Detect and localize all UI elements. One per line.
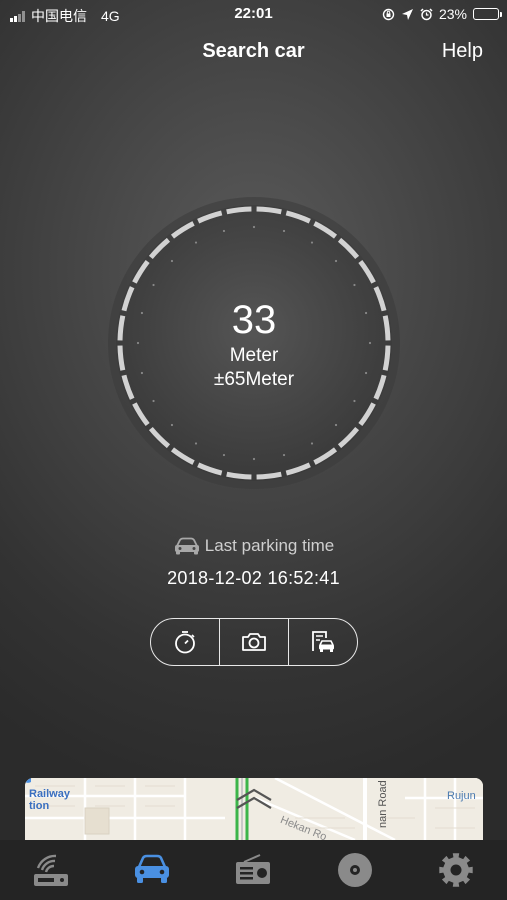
map-label-station: tion: [29, 800, 50, 812]
timer-icon: [175, 631, 195, 654]
dial-dot: [170, 423, 174, 427]
dial-dot: [353, 399, 356, 403]
dial-dot: [152, 283, 155, 287]
dial-dot: [252, 225, 256, 229]
dial-dot: [310, 442, 314, 445]
camera-icon: [242, 633, 266, 651]
battery-percent: 23%: [438, 6, 467, 22]
dial-dot: [252, 457, 256, 461]
map-label-railway: Railway: [29, 788, 70, 800]
dial-dot: [194, 241, 198, 244]
map-label-rujun: Rujun: [447, 790, 476, 802]
dial-dot: [152, 399, 155, 403]
tab-settings[interactable]: [426, 846, 486, 894]
battery-icon: [473, 8, 502, 20]
distance-value: 33: [231, 298, 277, 342]
distance-unit: Meter: [229, 345, 279, 366]
tab-bar: [0, 840, 507, 900]
map-label-nan-road: nan Road: [377, 780, 389, 828]
dial-dot: [222, 229, 226, 233]
last-parking-label: Last parking time: [0, 536, 507, 556]
distance-accuracy: ±65Meter: [213, 369, 295, 390]
dial-segment: [226, 471, 252, 480]
dial-dot: [334, 423, 338, 427]
radio-icon: [236, 854, 271, 884]
status-bar: 中国电信 4G 22:01 23%: [0, 0, 507, 30]
router-icon: [33, 854, 68, 886]
dial-dot: [282, 229, 286, 233]
dial-segment: [256, 206, 282, 215]
tab-router[interactable]: [21, 846, 81, 894]
dial-dot: [334, 259, 338, 263]
map-roads: [25, 778, 483, 840]
parking-note-icon: [312, 631, 334, 652]
dial-dot: [194, 442, 198, 445]
camera-button[interactable]: [219, 619, 288, 665]
timer-button[interactable]: [151, 619, 219, 665]
help-button[interactable]: Help: [442, 40, 483, 63]
action-button-group: [150, 618, 358, 666]
dial-segment: [226, 206, 252, 215]
dial-dot: [170, 259, 174, 263]
parking-note-button[interactable]: [288, 619, 357, 665]
dial-readout: 33 Meter ±65Meter: [107, 296, 401, 392]
alarm-icon: [420, 7, 433, 20]
dial-dot: [222, 453, 226, 457]
dial-dot: [353, 283, 356, 287]
car-icon: [135, 854, 170, 883]
dial-dot: [282, 453, 286, 457]
tab-disc[interactable]: [325, 846, 385, 894]
tab-car[interactable]: [122, 846, 182, 894]
location-arrow-icon: [401, 8, 413, 20]
page-title: Search car: [202, 40, 305, 62]
last-parking-text: Last parking time: [204, 536, 335, 555]
map-preview[interactable]: Railway tion Hekan Ro nan Road Rujun: [25, 778, 483, 840]
orientation-lock-icon: [382, 8, 395, 20]
gear-icon: [439, 853, 473, 887]
last-parking-timestamp: 2018-12-02 16:52:41: [167, 568, 340, 588]
car-icon: [174, 537, 199, 555]
dial-segment: [256, 471, 282, 480]
dial-dot: [310, 241, 314, 244]
disc-icon: [337, 853, 372, 887]
tab-radio[interactable]: [223, 846, 283, 894]
status-right: 23%: [382, 6, 502, 22]
